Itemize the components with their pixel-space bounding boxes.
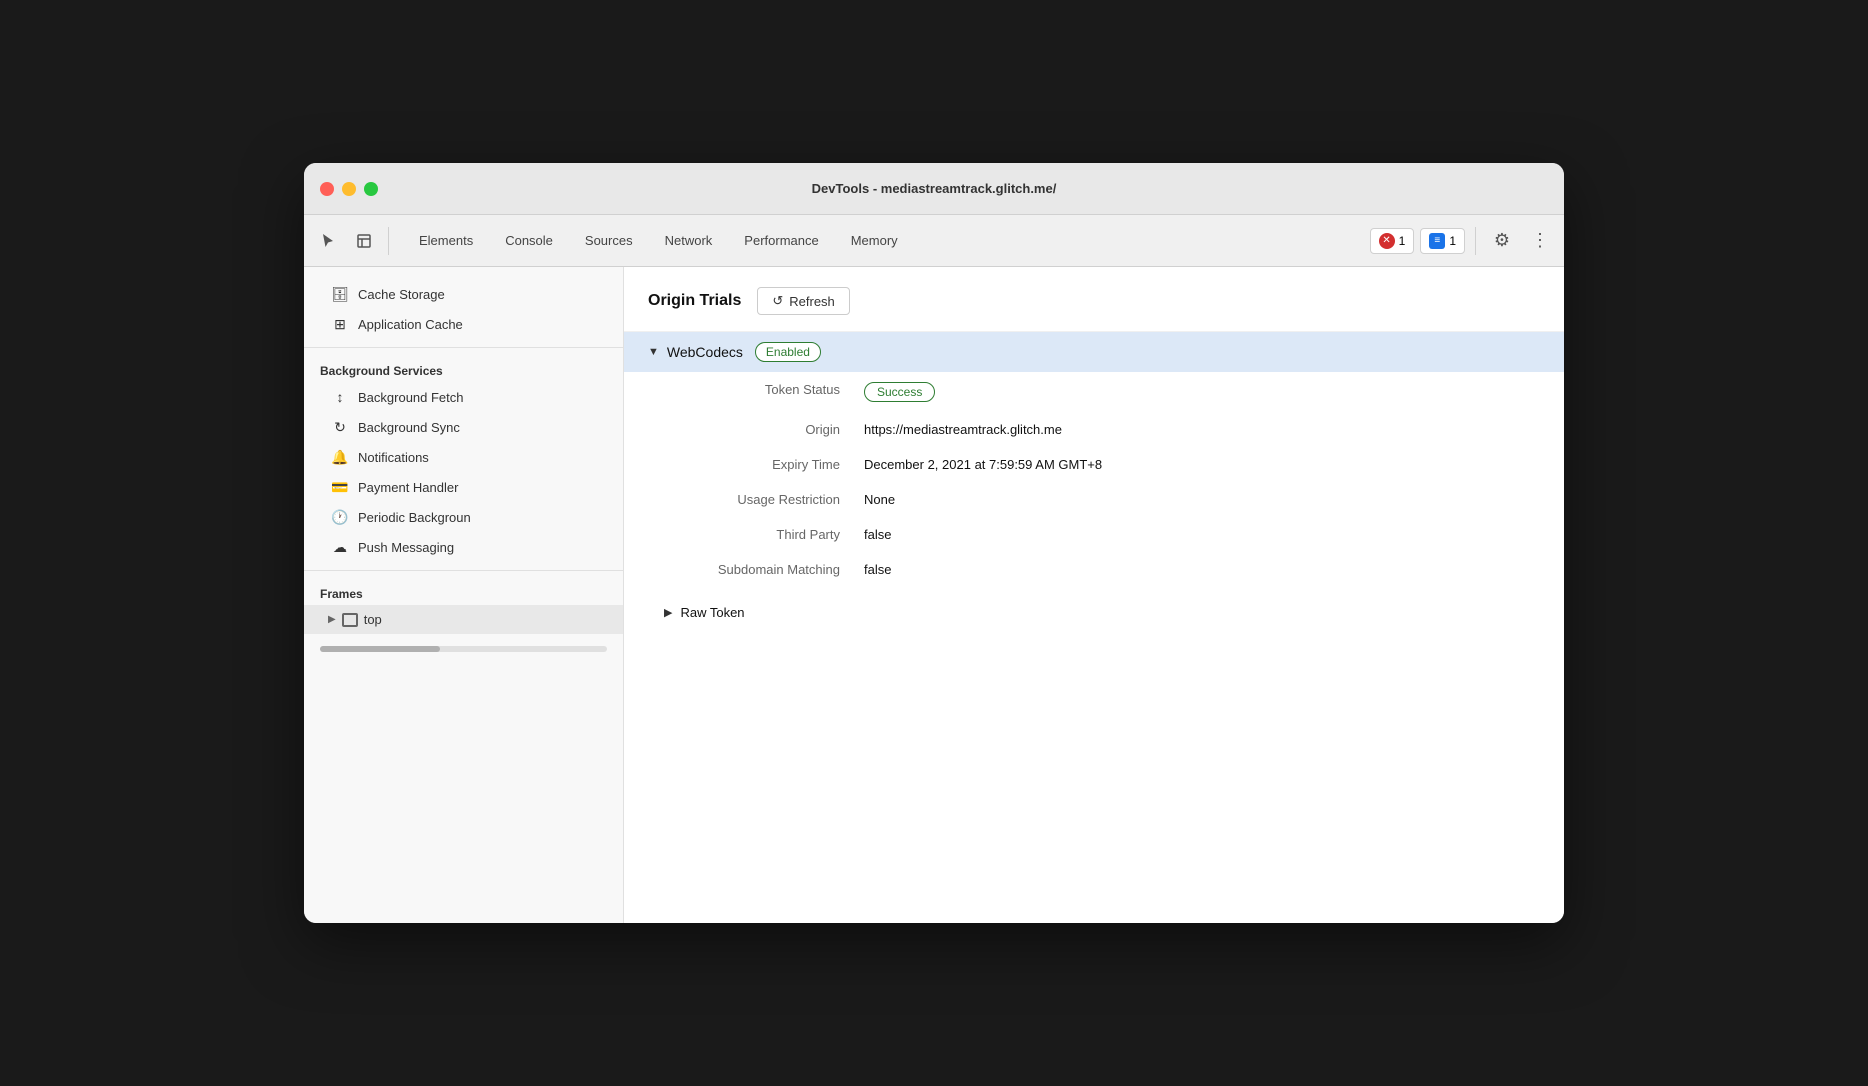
expiry-value: December 2, 2021 at 7:59:59 AM GMT+8 <box>864 457 1524 472</box>
tab-performance[interactable]: Performance <box>730 227 832 254</box>
settings-icon[interactable]: ⚙ <box>1486 225 1518 257</box>
origin-label: Origin <box>664 422 864 437</box>
background-services-header: Background Services <box>304 356 623 382</box>
sidebar-label-background-fetch: Background Fetch <box>358 390 464 405</box>
detail-row-subdomain: Subdomain Matching false <box>624 552 1564 587</box>
token-status-label: Token Status <box>664 382 864 397</box>
sidebar-scrollbar-thumb <box>320 646 440 652</box>
cache-storage-icon: 🗄 <box>332 286 348 302</box>
refresh-button[interactable]: ↺ Refresh <box>757 287 849 315</box>
usage-restriction-label: Usage Restriction <box>664 492 864 507</box>
origin-value: https://mediastreamtrack.glitch.me <box>864 422 1524 437</box>
refresh-label: Refresh <box>789 294 835 309</box>
sidebar-item-push-messaging[interactable]: ☁ Push Messaging <box>304 532 623 562</box>
sidebar-label-cache-storage: Cache Storage <box>358 287 445 302</box>
devtools-window: DevTools - mediastreamtrack.glitch.me/ E… <box>304 163 1564 923</box>
trial-entry: ▼ WebCodecs Enabled Token Status Success… <box>624 332 1564 630</box>
sidebar-label-push-messaging: Push Messaging <box>358 540 454 555</box>
detail-row-expiry: Expiry Time December 2, 2021 at 7:59:59 … <box>624 447 1564 482</box>
divider-2 <box>304 570 623 571</box>
traffic-lights <box>320 182 378 196</box>
sidebar-item-application-cache[interactable]: ⊞ Application Cache <box>304 309 623 339</box>
sidebar: 🗄 Cache Storage ⊞ Application Cache Back… <box>304 267 624 923</box>
sidebar-item-periodic-background[interactable]: 🕐 Periodic Backgroun <box>304 502 623 532</box>
sidebar-item-payment-handler[interactable]: 💳 Payment Handler <box>304 472 623 502</box>
trial-header-row[interactable]: ▼ WebCodecs Enabled <box>624 332 1564 372</box>
messages-badge-button[interactable]: ≡ 1 <box>1420 228 1465 254</box>
tab-memory[interactable]: Memory <box>837 227 912 254</box>
sidebar-scrollbar[interactable] <box>320 646 607 652</box>
tab-bar-icons <box>312 225 393 257</box>
subdomain-value: false <box>864 562 1524 577</box>
raw-token-label: Raw Token <box>680 605 744 620</box>
token-status-value: Success <box>864 382 935 402</box>
detail-row-origin: Origin https://mediastreamtrack.glitch.m… <box>624 412 1564 447</box>
push-messaging-icon: ☁ <box>332 539 348 555</box>
content-header: Origin Trials ↺ Refresh <box>624 267 1564 332</box>
trial-name: WebCodecs <box>667 344 743 360</box>
frame-folder-icon <box>342 613 358 627</box>
cursor-icon[interactable] <box>312 225 344 257</box>
background-fetch-icon: ↕ <box>332 389 348 405</box>
message-icon: ≡ <box>1429 233 1445 249</box>
errors-badge-button[interactable]: ✕ 1 <box>1370 228 1415 254</box>
background-sync-icon: ↻ <box>332 419 348 435</box>
sidebar-item-background-sync[interactable]: ↻ Background Sync <box>304 412 623 442</box>
tab-bar: Elements Console Sources Network Perform… <box>304 215 1564 267</box>
detail-table: Token Status Success Origin https://medi… <box>624 372 1564 595</box>
raw-token-row[interactable]: ▶ Raw Token <box>624 595 1564 630</box>
sidebar-label-notifications: Notifications <box>358 450 429 465</box>
maximize-button[interactable] <box>364 182 378 196</box>
trial-expand-arrow: ▼ <box>648 346 659 358</box>
notifications-icon: 🔔 <box>332 449 348 465</box>
message-count: 1 <box>1449 234 1456 248</box>
sidebar-label-background-sync: Background Sync <box>358 420 460 435</box>
window-title: DevTools - mediastreamtrack.glitch.me/ <box>812 181 1057 196</box>
third-party-value: false <box>864 527 1524 542</box>
trial-status-badge: Enabled <box>755 342 821 362</box>
payment-handler-icon: 💳 <box>332 479 348 495</box>
tab-separator-2 <box>1475 227 1476 255</box>
more-options-icon[interactable]: ⋮ <box>1524 225 1556 257</box>
tab-bar-right: ✕ 1 ≡ 1 ⚙ ⋮ <box>1370 225 1556 257</box>
expiry-label: Expiry Time <box>664 457 864 472</box>
application-cache-icon: ⊞ <box>332 316 348 332</box>
page-title: Origin Trials <box>648 292 741 310</box>
sidebar-item-cache-storage[interactable]: 🗄 Cache Storage <box>304 279 623 309</box>
sidebar-item-background-fetch[interactable]: ↕ Background Fetch <box>304 382 623 412</box>
detail-row-token-status: Token Status Success <box>624 372 1564 412</box>
detail-row-third-party: Third Party false <box>624 517 1564 552</box>
title-bar: DevTools - mediastreamtrack.glitch.me/ <box>304 163 1564 215</box>
tab-console[interactable]: Console <box>491 227 567 254</box>
subdomain-label: Subdomain Matching <box>664 562 864 577</box>
inspect-icon[interactable] <box>348 225 380 257</box>
minimize-button[interactable] <box>342 182 356 196</box>
sidebar-label-payment-handler: Payment Handler <box>358 480 458 495</box>
detail-row-usage-restriction: Usage Restriction None <box>624 482 1564 517</box>
sidebar-label-application-cache: Application Cache <box>358 317 463 332</box>
frames-header: Frames <box>304 579 623 605</box>
tab-network[interactable]: Network <box>651 227 727 254</box>
usage-restriction-value: None <box>864 492 1524 507</box>
periodic-background-icon: 🕐 <box>332 509 348 525</box>
divider-1 <box>304 347 623 348</box>
sidebar-label-periodic-background: Periodic Backgroun <box>358 510 471 525</box>
main-layout: 🗄 Cache Storage ⊞ Application Cache Back… <box>304 267 1564 923</box>
sidebar-item-notifications[interactable]: 🔔 Notifications <box>304 442 623 472</box>
content-area: Origin Trials ↺ Refresh ▼ WebCodecs Enab… <box>624 267 1564 923</box>
tab-separator <box>388 227 389 255</box>
tab-elements[interactable]: Elements <box>405 227 487 254</box>
frame-expand-arrow: ▶ <box>328 614 336 625</box>
close-button[interactable] <box>320 182 334 196</box>
raw-token-arrow: ▶ <box>664 606 672 619</box>
error-count: 1 <box>1399 234 1406 248</box>
sidebar-item-top-frame[interactable]: ▶ top <box>304 605 623 634</box>
third-party-label: Third Party <box>664 527 864 542</box>
sidebar-label-top-frame: top <box>364 612 382 627</box>
refresh-icon: ↺ <box>772 293 783 309</box>
tab-sources[interactable]: Sources <box>571 227 647 254</box>
error-icon: ✕ <box>1379 233 1395 249</box>
